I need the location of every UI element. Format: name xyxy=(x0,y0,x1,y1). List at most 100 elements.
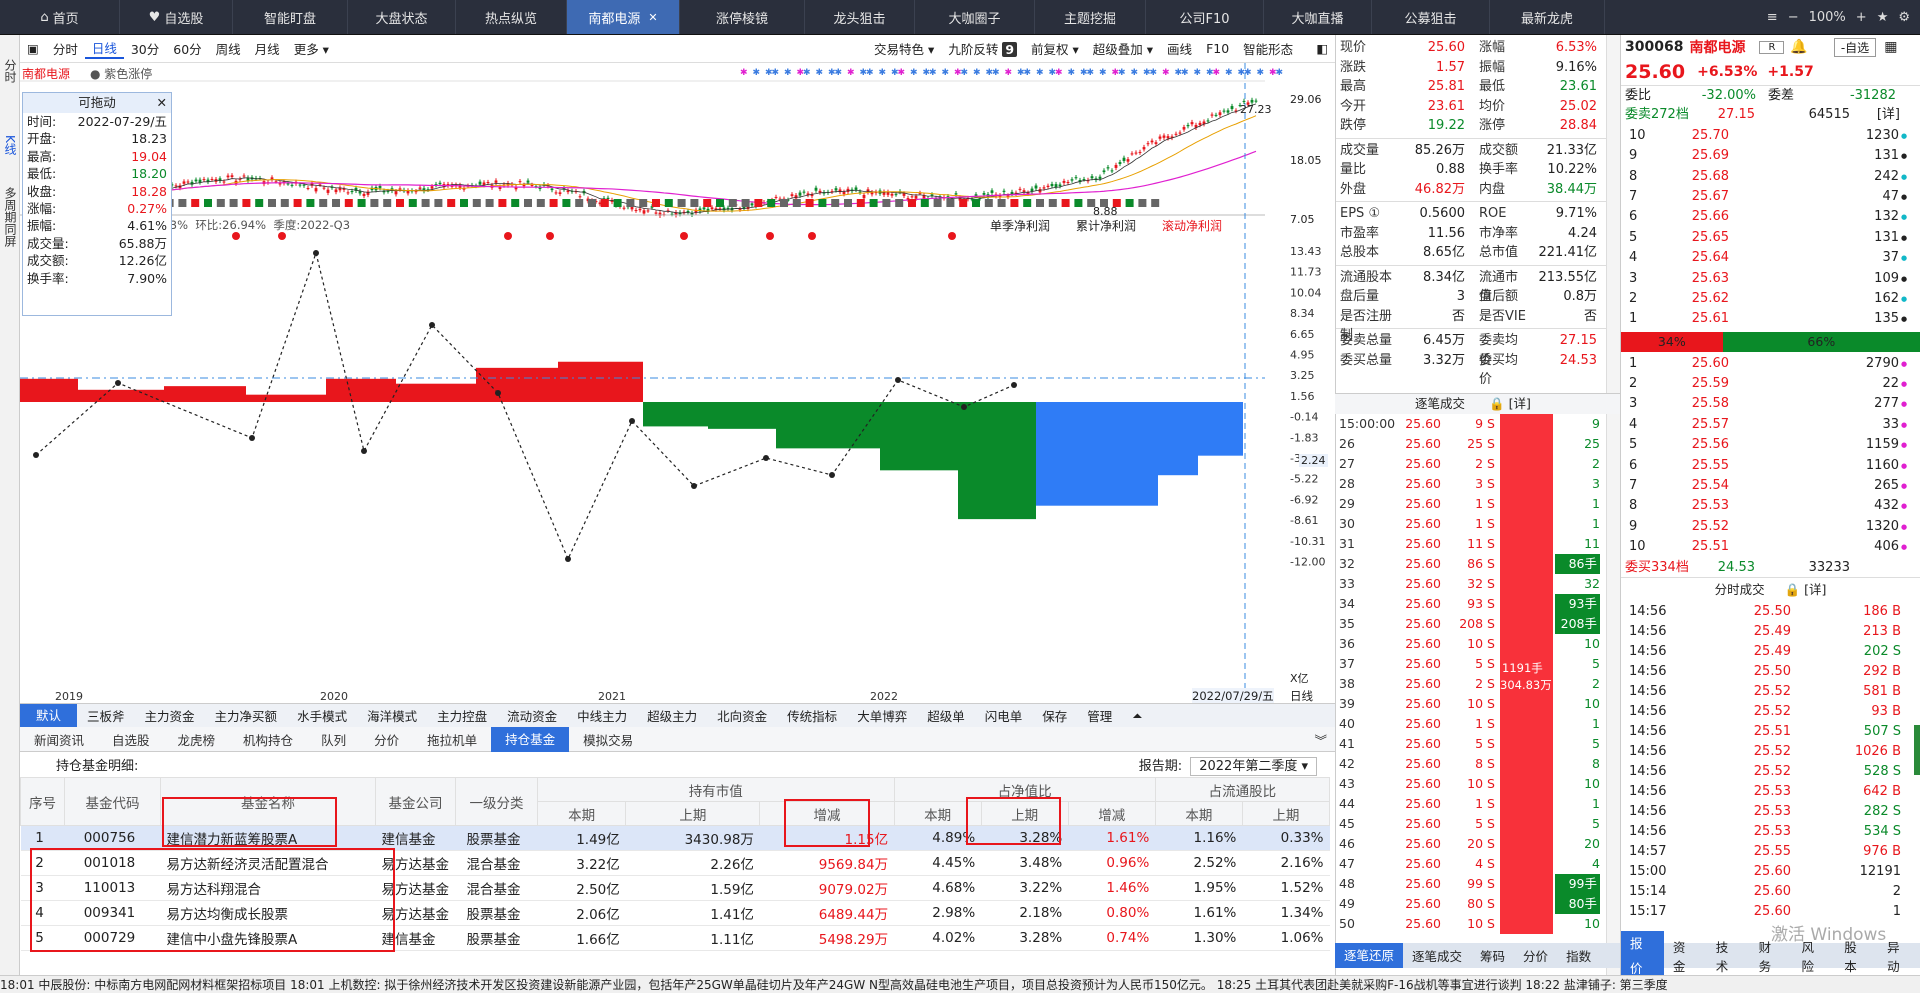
sell-level-row[interactable]: 10 25.70 1230 ● xyxy=(1621,126,1920,146)
info-tab-3[interactable]: 机构持仓 xyxy=(229,730,307,749)
buy-level-row[interactable]: 4 25.57 33 ● xyxy=(1621,415,1920,435)
star-icon[interactable]: ★ xyxy=(1877,10,1889,25)
indicator-tab-15[interactable]: 保存 xyxy=(1032,706,1077,725)
tick-tab-0[interactable]: 逐笔还原 xyxy=(1335,943,1404,968)
nav-tab-3[interactable]: 大盘状态 xyxy=(348,0,456,34)
info-tab-7[interactable]: 持仓基金 xyxy=(491,726,570,752)
nav-tab-0[interactable]: ⌂ 首页 xyxy=(0,0,120,34)
close-tab-icon[interactable]: ✕ xyxy=(648,11,657,24)
indicator-tab-9[interactable]: 超级主力 xyxy=(637,706,707,725)
tick-tab-4[interactable]: 指数 xyxy=(1557,946,1600,965)
sell-level-row[interactable]: 6 25.66 132 ● xyxy=(1621,207,1920,227)
tick-tab-2[interactable]: 筹码 xyxy=(1471,946,1514,965)
nav-tab-10[interactable]: 公司F10 xyxy=(1146,0,1264,34)
zoom-out-icon[interactable]: − xyxy=(1788,10,1799,25)
indicator-tab-1[interactable]: 三板斧 xyxy=(77,706,135,725)
nav-tab-13[interactable]: 最新龙虎 xyxy=(1490,0,1605,34)
sell-level-row[interactable]: 9 25.69 131 ● xyxy=(1621,146,1920,166)
nav-tab-8[interactable]: 大咖圈子 xyxy=(915,0,1035,34)
period-fenshi[interactable]: 分时 xyxy=(46,39,85,58)
sell-level-row[interactable]: 5 25.65 131 ● xyxy=(1621,228,1920,248)
indicator-tab-10[interactable]: 北向资金 xyxy=(707,706,777,725)
sell-level-row[interactable]: 1 25.61 135 ● xyxy=(1621,309,1920,329)
nav-tab-5[interactable]: 南都电源 ✕ xyxy=(567,0,680,34)
r-badge[interactable]: R xyxy=(1759,40,1785,54)
info-tab-8[interactable]: 模拟交易 xyxy=(569,730,647,749)
info-tab-1[interactable]: 自选股 xyxy=(98,730,164,749)
indicator-tab-8[interactable]: 中线主力 xyxy=(567,706,637,725)
grid-icon[interactable]: ▦ xyxy=(1884,39,1897,55)
gear-icon[interactable]: ⚙ xyxy=(1898,10,1910,25)
nav-tab-2[interactable]: 智能盯盘 xyxy=(233,0,348,34)
nav-tab-4[interactable]: 热点纵览 xyxy=(456,0,567,34)
quote-tab-1[interactable]: 资金 xyxy=(1664,937,1707,975)
info-tab-5[interactable]: 分价 xyxy=(360,730,413,749)
kline-chart-area[interactable]: ✱ ✱ ✱ ✱ ✱ ✱ ✱ ✱ ✱ ✱ ✱ ✱ ✱ ✱ ✱ ✱ ✱ ✱ ✱ ✱ ✱ ✱ ✱ ✱ ✱ ✱ ✱ ✱ ✱ ✱ ✱ ✱ ✱ ✱ ✱ ✱ ✱ ✱ ✱ ✱… xyxy=(20,63,1335,703)
menu-icon[interactable]: ≡ xyxy=(1767,10,1778,25)
more-dropdown[interactable]: 更多 ▾ xyxy=(287,39,336,58)
sell-detail-link[interactable]: [详] xyxy=(1850,105,1900,125)
buy-level-row[interactable]: 5 25.56 1159 ● xyxy=(1621,435,1920,455)
profit-tab-cumulative[interactable]: 累计净利润 xyxy=(1076,217,1136,234)
trade-feature-dropdown[interactable]: 交易特色 ▾ xyxy=(867,39,941,58)
sell-level-row[interactable]: 8 25.68 242 ● xyxy=(1621,167,1920,187)
info-tab-4[interactable]: 队列 xyxy=(307,730,360,749)
indicator-tab-4[interactable]: 水手模式 xyxy=(287,706,357,725)
period-month[interactable]: 月线 xyxy=(248,39,287,58)
draw-line-button[interactable]: 画线 xyxy=(1160,39,1199,58)
nav-tab-6[interactable]: 涨停棱镜 xyxy=(680,0,805,34)
lock-icon-2[interactable]: 🔒 xyxy=(1785,582,1801,597)
buy-level-row[interactable]: 10 25.51 406 ● xyxy=(1621,537,1920,557)
tick-detail-link[interactable]: [详] xyxy=(1509,396,1531,411)
crosshair-info-box[interactable]: 可拖动 ✕ 时间: 2022-07-29/五 开盘: 18.23 最高: 19.04 最低: 1… xyxy=(22,92,172,316)
buy-level-row[interactable]: 1 25.60 2790 ● xyxy=(1621,354,1920,374)
nav-tab-1[interactable]: ♥ 自选股 xyxy=(120,0,233,34)
scrollbar-right[interactable] xyxy=(1914,725,1920,775)
tick-tab-1[interactable]: 逐笔成交 xyxy=(1403,946,1471,965)
adjust-dropdown[interactable]: 前复权 ▾ xyxy=(1024,39,1086,58)
lock-icon[interactable]: 🔒 xyxy=(1489,396,1505,411)
news-ticker[interactable]: 18:01 中辰股份: 中标南方电网配网材料框架招标项目 18:01 上机数控:… xyxy=(0,975,1920,993)
close-icon[interactable]: ✕ xyxy=(157,93,167,113)
period-30m[interactable]: 30分 xyxy=(124,39,166,58)
buy-level-row[interactable]: 8 25.53 432 ● xyxy=(1621,496,1920,516)
buy-level-row[interactable]: 7 25.54 265 ● xyxy=(1621,476,1920,496)
period-select[interactable]: 2022年第二季度 ▾ xyxy=(1190,757,1317,776)
nine-reverse-button[interactable]: 九阶反转 9 xyxy=(941,39,1024,58)
minute-detail-link[interactable]: [详] xyxy=(1804,582,1826,597)
zoom-in-icon[interactable]: + xyxy=(1856,10,1867,25)
sell-level-row[interactable]: 2 25.62 162 ● xyxy=(1621,289,1920,309)
bell-icon[interactable]: 🔔 xyxy=(1790,39,1807,55)
sell-level-row[interactable]: 7 25.67 47 ● xyxy=(1621,187,1920,207)
indicator-tab-3[interactable]: 主力净买额 xyxy=(205,706,288,725)
buy-level-row[interactable]: 9 25.52 1320 ● xyxy=(1621,517,1920,537)
view-tab-multi[interactable]: 多周期同屏 xyxy=(0,181,21,253)
indicator-tab-12[interactable]: 大单博弈 xyxy=(847,706,917,725)
info-tab-6[interactable]: 拖拉机单 xyxy=(413,730,491,749)
watchlist-button[interactable]: -自选 xyxy=(1833,37,1877,57)
indicator-tab-6[interactable]: 主力控盘 xyxy=(427,706,497,725)
overlay-dropdown[interactable]: 超级叠加 ▾ xyxy=(1086,39,1160,58)
period-day[interactable]: 日线 xyxy=(84,38,124,59)
tick-tab-3[interactable]: 分价 xyxy=(1514,946,1557,965)
quote-tab-2[interactable]: 技术 xyxy=(1707,937,1750,975)
nav-tab-7[interactable]: 龙头狙击 xyxy=(805,0,915,34)
info-tab-2[interactable]: 龙虎榜 xyxy=(164,730,230,749)
smart-pattern-button[interactable]: 智能形态 xyxy=(1236,39,1300,58)
profit-tab-rolling[interactable]: 滚动净利润 xyxy=(1162,217,1222,234)
nav-tab-12[interactable]: 公募狙击 xyxy=(1372,0,1490,34)
indicator-tab-5[interactable]: 海洋模式 xyxy=(357,706,427,725)
buy-level-row[interactable]: 2 25.59 22 ● xyxy=(1621,374,1920,394)
indicator-tab-16[interactable]: 管理 xyxy=(1077,706,1122,725)
view-tab-kline[interactable]: K线 xyxy=(0,129,21,161)
indicator-tab-13[interactable]: 超级单 xyxy=(917,706,975,725)
expand-icon[interactable]: ︾ xyxy=(1314,730,1327,749)
indicator-tab-14[interactable]: 闪电单 xyxy=(975,706,1033,725)
view-tab-fenshi[interactable]: 分时 xyxy=(0,53,21,89)
nav-tab-9[interactable]: 主题挖掘 xyxy=(1035,0,1146,34)
indicator-tab-2[interactable]: 主力资金 xyxy=(135,706,205,725)
panel-toggle-icon[interactable]: ◧ xyxy=(1300,41,1335,56)
f10-button[interactable]: F10 xyxy=(1199,41,1236,56)
sell-level-row[interactable]: 4 25.64 37 ● xyxy=(1621,248,1920,268)
profit-tab-single[interactable]: 单季净利润 xyxy=(990,217,1050,234)
